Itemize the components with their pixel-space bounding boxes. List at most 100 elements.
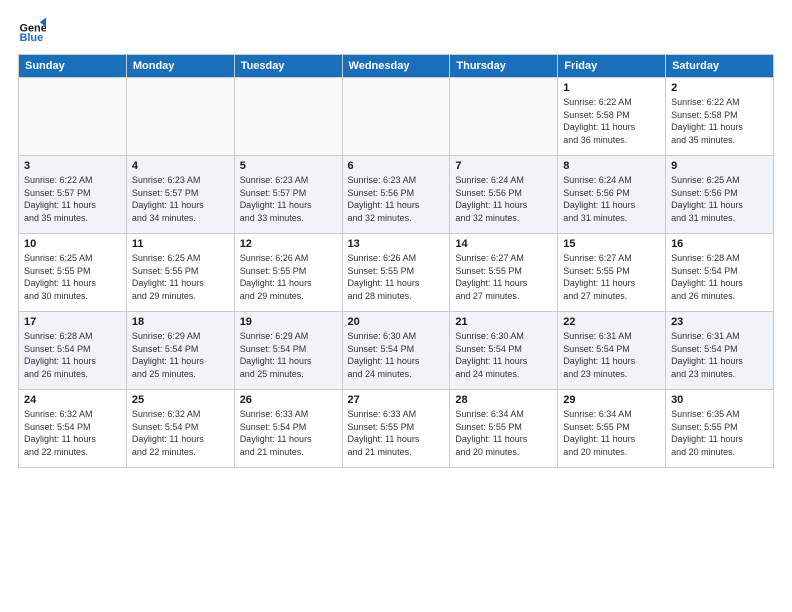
day-info: Sunrise: 6:23 AM Sunset: 5:56 PM Dayligh… xyxy=(348,174,445,224)
weekday-header-saturday: Saturday xyxy=(666,55,774,78)
day-info: Sunrise: 6:22 AM Sunset: 5:58 PM Dayligh… xyxy=(671,96,768,146)
day-info: Sunrise: 6:29 AM Sunset: 5:54 PM Dayligh… xyxy=(240,330,337,380)
day-cell: 24 Sunrise: 6:32 AM Sunset: 5:54 PM Dayli… xyxy=(19,390,127,468)
day-cell: 10Sunrise: 6:25 AM Sunset: 5:55 PM Dayli… xyxy=(19,234,127,312)
day-cell xyxy=(19,78,127,156)
day-cell: 1 Sunrise: 6:22 AM Sunset: 5:58 PM Daylig… xyxy=(558,78,666,156)
day-number: 28 xyxy=(455,394,552,406)
day-number: 17 xyxy=(24,316,121,328)
day-info: Sunrise: 6:24 AM Sunset: 5:56 PM Dayligh… xyxy=(563,174,660,224)
day-number: 25 xyxy=(132,394,229,406)
day-info: Sunrise: 6:32 AM Sunset: 5:54 PM Dayligh… xyxy=(24,408,121,458)
day-cell: 26 Sunrise: 6:33 AM Sunset: 5:54 PM Dayli… xyxy=(234,390,342,468)
week-row-5: 24 Sunrise: 6:32 AM Sunset: 5:54 PM Dayli… xyxy=(19,390,774,468)
day-number: 11 xyxy=(132,238,229,250)
weekday-header-row: SundayMondayTuesdayWednesdayThursdayFrid… xyxy=(19,55,774,78)
day-number: 23 xyxy=(671,316,768,328)
logo: General Blue xyxy=(18,16,46,44)
day-info: Sunrise: 6:28 AM Sunset: 5:54 PM Dayligh… xyxy=(671,252,768,302)
day-info: Sunrise: 6:26 AM Sunset: 5:55 PM Dayligh… xyxy=(348,252,445,302)
week-row-2: 3 Sunrise: 6:22 AM Sunset: 5:57 PM Daylig… xyxy=(19,156,774,234)
day-cell: 18 Sunrise: 6:29 AM Sunset: 5:54 PM Dayli… xyxy=(126,312,234,390)
weekday-header-friday: Friday xyxy=(558,55,666,78)
day-cell: 4Sunrise: 6:23 AM Sunset: 5:57 PM Daylig… xyxy=(126,156,234,234)
day-number: 19 xyxy=(240,316,337,328)
day-cell: 25 Sunrise: 6:32 AM Sunset: 5:54 PM Dayli… xyxy=(126,390,234,468)
day-number: 9 xyxy=(671,160,768,172)
day-number: 26 xyxy=(240,394,337,406)
day-number: 22 xyxy=(563,316,660,328)
day-cell: 29Sunrise: 6:34 AM Sunset: 5:55 PM Dayli… xyxy=(558,390,666,468)
day-info: Sunrise: 6:23 AM Sunset: 5:57 PM Dayligh… xyxy=(240,174,337,224)
day-info: Sunrise: 6:34 AM Sunset: 5:55 PM Dayligh… xyxy=(563,408,660,458)
weekday-header-thursday: Thursday xyxy=(450,55,558,78)
day-info: Sunrise: 6:31 AM Sunset: 5:54 PM Dayligh… xyxy=(671,330,768,380)
day-info: Sunrise: 6:27 AM Sunset: 5:55 PM Dayligh… xyxy=(563,252,660,302)
day-info: Sunrise: 6:29 AM Sunset: 5:54 PM Dayligh… xyxy=(132,330,229,380)
day-cell: 12Sunrise: 6:26 AM Sunset: 5:55 PM Dayli… xyxy=(234,234,342,312)
day-cell: 14 Sunrise: 6:27 AM Sunset: 5:55 PM Dayli… xyxy=(450,234,558,312)
day-info: Sunrise: 6:35 AM Sunset: 5:55 PM Dayligh… xyxy=(671,408,768,458)
day-number: 5 xyxy=(240,160,337,172)
day-number: 16 xyxy=(671,238,768,250)
day-info: Sunrise: 6:30 AM Sunset: 5:54 PM Dayligh… xyxy=(348,330,445,380)
day-cell: 2 Sunrise: 6:22 AM Sunset: 5:58 PM Daylig… xyxy=(666,78,774,156)
weekday-header-sunday: Sunday xyxy=(19,55,127,78)
logo-icon: General Blue xyxy=(18,16,46,44)
day-number: 10 xyxy=(24,238,121,250)
day-cell: 7Sunrise: 6:24 AM Sunset: 5:56 PM Daylig… xyxy=(450,156,558,234)
day-info: Sunrise: 6:31 AM Sunset: 5:54 PM Dayligh… xyxy=(563,330,660,380)
day-cell xyxy=(234,78,342,156)
day-cell: 9 Sunrise: 6:25 AM Sunset: 5:56 PM Daylig… xyxy=(666,156,774,234)
day-info: Sunrise: 6:33 AM Sunset: 5:55 PM Dayligh… xyxy=(348,408,445,458)
day-info: Sunrise: 6:30 AM Sunset: 5:54 PM Dayligh… xyxy=(455,330,552,380)
week-row-3: 10 Sunrise: 6:25 AM Sunset: 5:55 PM Dayli… xyxy=(19,234,774,312)
day-number: 7 xyxy=(455,160,552,172)
day-number: 1 xyxy=(563,82,660,94)
day-cell: 11 Sunrise: 6:25 AM Sunset: 5:55 PM Dayli… xyxy=(126,234,234,312)
day-number: 14 xyxy=(455,238,552,250)
week-row-1: 1 Sunrise: 6:22 AM Sunset: 5:58 PM Daylig… xyxy=(19,78,774,156)
day-cell: 6 Sunrise: 6:23 AM Sunset: 5:56 PM Daylig… xyxy=(342,156,450,234)
weekday-header-tuesday: Tuesday xyxy=(234,55,342,78)
day-cell: 22 Sunrise: 6:31 AM Sunset: 5:54 PM Dayli… xyxy=(558,312,666,390)
day-number: 18 xyxy=(132,316,229,328)
week-row-4: 17 Sunrise: 6:28 AM Sunset: 5:54 PM Dayli… xyxy=(19,312,774,390)
day-number: 6 xyxy=(348,160,445,172)
day-number: 20 xyxy=(348,316,445,328)
day-info: Sunrise: 6:33 AM Sunset: 5:54 PM Dayligh… xyxy=(240,408,337,458)
day-cell: 23 Sunrise: 6:31 AM Sunset: 5:54 PM Dayli… xyxy=(666,312,774,390)
day-cell: 13 Sunrise: 6:26 AM Sunset: 5:55 PM Dayli… xyxy=(342,234,450,312)
day-number: 13 xyxy=(348,238,445,250)
day-cell: 20 Sunrise: 6:30 AM Sunset: 5:54 PM Dayli… xyxy=(342,312,450,390)
day-cell xyxy=(126,78,234,156)
day-info: Sunrise: 6:25 AM Sunset: 5:56 PM Dayligh… xyxy=(671,174,768,224)
calendar-table: SundayMondayTuesdayWednesdayThursdayFrid… xyxy=(18,54,774,468)
day-info: Sunrise: 6:34 AM Sunset: 5:55 PM Dayligh… xyxy=(455,408,552,458)
day-info: Sunrise: 6:22 AM Sunset: 5:58 PM Dayligh… xyxy=(563,96,660,146)
day-info: Sunrise: 6:32 AM Sunset: 5:54 PM Dayligh… xyxy=(132,408,229,458)
day-number: 4 xyxy=(132,160,229,172)
day-info: Sunrise: 6:28 AM Sunset: 5:54 PM Dayligh… xyxy=(24,330,121,380)
day-number: 3 xyxy=(24,160,121,172)
day-cell: 15 Sunrise: 6:27 AM Sunset: 5:55 PM Dayli… xyxy=(558,234,666,312)
day-info: Sunrise: 6:22 AM Sunset: 5:57 PM Dayligh… xyxy=(24,174,121,224)
day-cell: 16 Sunrise: 6:28 AM Sunset: 5:54 PM Dayli… xyxy=(666,234,774,312)
day-info: Sunrise: 6:27 AM Sunset: 5:55 PM Dayligh… xyxy=(455,252,552,302)
day-number: 2 xyxy=(671,82,768,94)
day-number: 12 xyxy=(240,238,337,250)
day-number: 24 xyxy=(24,394,121,406)
day-number: 15 xyxy=(563,238,660,250)
day-info: Sunrise: 6:25 AM Sunset: 5:55 PM Dayligh… xyxy=(132,252,229,302)
header: General Blue xyxy=(18,16,774,44)
day-cell: 19 Sunrise: 6:29 AM Sunset: 5:54 PM Dayli… xyxy=(234,312,342,390)
weekday-header-monday: Monday xyxy=(126,55,234,78)
page: General Blue SundayMondayTuesdayWednesda… xyxy=(0,0,792,612)
svg-text:Blue: Blue xyxy=(20,32,44,44)
day-cell: 21Sunrise: 6:30 AM Sunset: 5:54 PM Dayli… xyxy=(450,312,558,390)
day-cell: 5 Sunrise: 6:23 AM Sunset: 5:57 PM Daylig… xyxy=(234,156,342,234)
day-cell: 17 Sunrise: 6:28 AM Sunset: 5:54 PM Dayli… xyxy=(19,312,127,390)
day-cell: 3 Sunrise: 6:22 AM Sunset: 5:57 PM Daylig… xyxy=(19,156,127,234)
day-number: 27 xyxy=(348,394,445,406)
day-cell: 27 Sunrise: 6:33 AM Sunset: 5:55 PM Dayli… xyxy=(342,390,450,468)
